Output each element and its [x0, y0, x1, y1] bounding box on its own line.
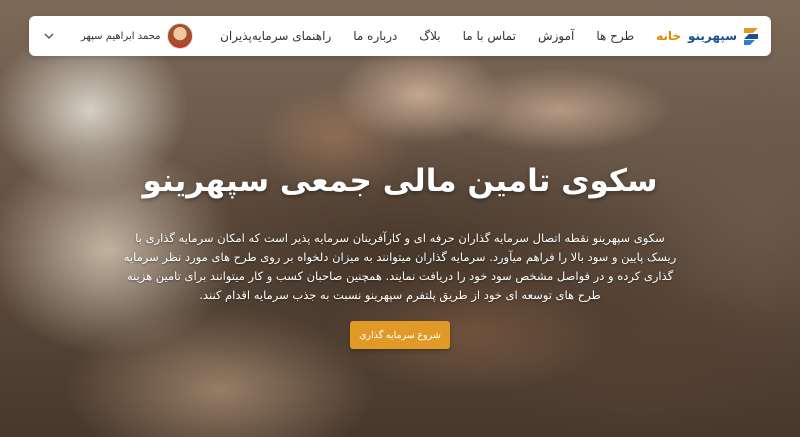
hero-overlay	[0, 0, 800, 437]
start-investing-button[interactable]: شروع سرمایه گذاری	[350, 321, 450, 349]
hero-description: سکوی سپهرینو نقطه اتصال سرمایه گذاران حر…	[123, 231, 677, 302]
menu-item-plans[interactable]: طرح ها	[596, 29, 634, 43]
logo-text: سپهرینو	[687, 29, 737, 43]
menu-item-education[interactable]: آموزش	[538, 29, 574, 43]
chevron-down-icon[interactable]	[41, 28, 57, 44]
user-name[interactable]: محمد ابراهیم سپهر	[81, 31, 161, 42]
user-menu[interactable]: محمد ابراهیم سپهر	[41, 16, 193, 56]
logo-mark-icon	[744, 28, 758, 45]
menu-item-investee-guide[interactable]: راهنمای سرمایه‌پذیران	[220, 29, 331, 43]
navbar: محمد ابراهیم سپهر خانه طرح ها آموزش تماس…	[29, 16, 771, 56]
menu-item-about[interactable]: درباره ما	[353, 29, 397, 43]
avatar[interactable]	[166, 23, 193, 49]
menu-item-home[interactable]: خانه	[656, 29, 681, 43]
logo[interactable]: سپهرینو	[688, 22, 761, 50]
menu-item-contact[interactable]: تماس با ما	[463, 29, 516, 43]
main-menu: خانه طرح ها آموزش تماس با ما بلاگ درباره…	[220, 16, 681, 56]
menu-item-blog[interactable]: بلاگ	[419, 29, 440, 43]
hero-title: سکوی تامین مالی جمعی سپهرینو	[142, 163, 658, 199]
